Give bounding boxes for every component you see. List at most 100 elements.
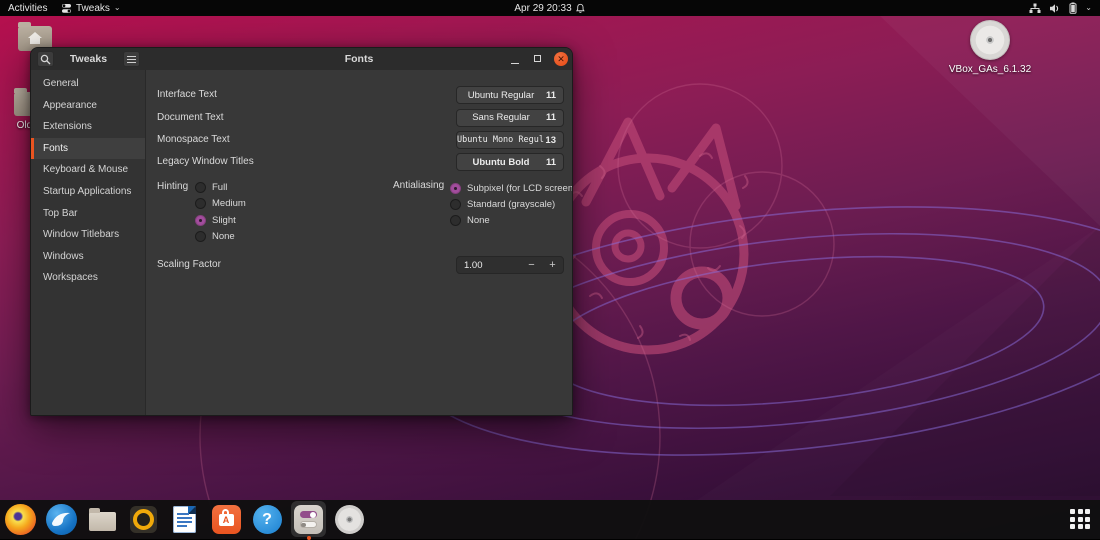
legacy-font-name: Ubuntu Bold	[472, 156, 530, 168]
interface-font-button[interactable]: Ubuntu Regular 11	[456, 86, 564, 104]
scaling-factor-spinbutton[interactable]: 1.00 − +	[456, 256, 564, 274]
legacy-titles-font-button[interactable]: Ubuntu Bold 11	[456, 153, 564, 171]
dock-item-help[interactable]: ?	[251, 503, 284, 536]
help-icon: ?	[252, 505, 282, 534]
hamburger-icon	[127, 55, 136, 63]
show-applications-button[interactable]	[1068, 507, 1092, 531]
dock-item-thunderbird[interactable]	[45, 503, 78, 536]
volume-icon	[1050, 3, 1059, 13]
activities-label: Activities	[8, 2, 48, 14]
hinting-slight-radio[interactable]: Slight	[195, 213, 236, 227]
tweaks-window: Tweaks Fonts ✕ General Appearance Extens…	[30, 47, 573, 416]
dock-item-files[interactable]	[86, 503, 119, 536]
maximize-icon	[534, 55, 541, 62]
sidebar-item-window-titlebars[interactable]: Window Titlebars	[31, 224, 145, 246]
notification-bell-icon	[576, 3, 585, 13]
dock-item-disc[interactable]	[333, 503, 366, 536]
primary-menu-button[interactable]	[123, 51, 140, 67]
decrement-button[interactable]: −	[521, 257, 542, 273]
hinting-full-radio[interactable]: Full	[195, 180, 227, 194]
interface-font-size: 11	[545, 89, 556, 101]
dock: A ?	[0, 500, 1100, 540]
scaling-factor-label: Scaling Factor	[157, 259, 221, 270]
vbox-disc-desktop-icon[interactable]: VBox_GAs_6.1.32	[945, 20, 1035, 75]
battery-icon	[1069, 2, 1077, 14]
activities-button[interactable]: Activities	[8, 0, 47, 16]
radio-selected-icon	[195, 214, 206, 226]
hinting-slight-label: Slight	[212, 214, 236, 226]
sidebar-item-workspaces[interactable]: Workspaces	[31, 267, 145, 289]
radio-icon	[195, 231, 206, 242]
document-font-button[interactable]: Sans Regular 11	[456, 108, 564, 127]
monospace-font-button[interactable]: Ubuntu Mono Regular 13	[456, 131, 564, 149]
dock-item-firefox[interactable]	[4, 503, 37, 536]
dock-item-rhythmbox[interactable]	[127, 503, 160, 536]
radio-selected-icon	[450, 182, 461, 194]
cd-disc-icon	[335, 505, 364, 534]
dock-item-libreoffice-writer[interactable]	[168, 503, 201, 536]
chevron-down-icon: ⌄	[113, 2, 121, 12]
sidebar-item-top-bar[interactable]: Top Bar	[31, 203, 145, 225]
antialiasing-subpixel-label: Subpixel (for LCD screens)	[467, 182, 573, 194]
scaling-factor-value: 1.00	[464, 259, 483, 271]
files-folder-icon	[88, 508, 116, 531]
legacy-window-titles-label: Legacy Window Titles	[157, 156, 254, 167]
app-menu-button[interactable]: Tweaks ⌄	[61, 0, 121, 16]
vbox-disc-label: VBox_GAs_6.1.32	[948, 64, 1032, 75]
dock-item-tweaks[interactable]	[292, 503, 325, 536]
antialiasing-label: Antialiasing	[393, 180, 445, 191]
sidebar-item-extensions[interactable]: Extensions	[31, 116, 145, 138]
radio-icon	[450, 214, 461, 226]
app-menu-label: Tweaks	[76, 2, 110, 14]
maximize-button[interactable]	[531, 48, 545, 70]
rhythmbox-icon	[129, 506, 157, 533]
antialiasing-standard-radio[interactable]: Standard (grayscale)	[450, 197, 555, 211]
sidebar-item-startup-applications[interactable]: Startup Applications	[31, 181, 145, 203]
sidebar-item-fonts[interactable]: Fonts	[31, 137, 145, 160]
minimize-icon	[511, 62, 519, 64]
radio-icon	[450, 198, 461, 210]
window-titlebar[interactable]: Tweaks Fonts ✕	[31, 48, 572, 71]
fonts-panel: Interface Text Ubuntu Regular 11 Documen…	[146, 70, 572, 415]
interface-font-name: Ubuntu Regular	[467, 89, 535, 101]
libreoffice-writer-icon	[173, 506, 196, 533]
cd-disc-icon	[970, 20, 1010, 60]
hinting-medium-label: Medium	[212, 198, 246, 209]
close-button[interactable]: ✕	[554, 52, 568, 66]
monospace-font-size: 13	[545, 134, 556, 146]
antialiasing-none-label: None	[467, 214, 490, 226]
clock-button[interactable]: Apr 29 20:33	[514, 0, 585, 16]
hinting-none-label: None	[212, 231, 235, 242]
monospace-text-label: Monospace Text	[157, 134, 230, 145]
increment-button[interactable]: +	[542, 257, 563, 273]
antialiasing-standard-label: Standard (grayscale)	[467, 198, 556, 210]
sidebar-item-general[interactable]: General	[31, 73, 145, 95]
clock-text: Apr 29 20:33	[514, 2, 572, 14]
dock-item-ubuntu-software[interactable]: A	[210, 503, 243, 536]
ubuntu-software-icon: A	[211, 505, 241, 534]
sidebar-item-windows[interactable]: Windows	[31, 246, 145, 268]
document-font-name: Sans Regular	[472, 112, 530, 123]
hinting-full-label: Full	[212, 181, 228, 193]
monospace-font-name: Ubuntu Mono Regular	[457, 135, 544, 145]
close-icon: ✕	[557, 53, 565, 64]
hinting-none-radio[interactable]: None	[195, 230, 235, 244]
legacy-font-size: 11	[545, 156, 556, 168]
document-text-label: Document Text	[157, 111, 224, 123]
house-glyph	[28, 32, 42, 44]
tweaks-mini-icon	[62, 3, 71, 13]
sidebar-item-appearance[interactable]: Appearance	[31, 95, 145, 117]
system-status-area[interactable]: ⌄	[1029, 0, 1092, 16]
chevron-down-icon: ⌄	[1085, 2, 1092, 12]
top-bar: Activities Tweaks ⌄ Apr 29 20:33 ⌄	[0, 0, 1100, 16]
antialiasing-subpixel-radio[interactable]: Subpixel (for LCD screens)	[450, 181, 573, 195]
sidebar-item-keyboard-mouse[interactable]: Keyboard & Mouse	[31, 159, 145, 181]
minimize-button[interactable]	[508, 48, 522, 70]
antialiasing-none-radio[interactable]: None	[450, 213, 490, 227]
thunderbird-icon	[45, 504, 77, 535]
radio-icon	[195, 181, 206, 193]
radio-icon	[195, 198, 206, 209]
hinting-medium-radio[interactable]: Medium	[195, 197, 246, 211]
sidebar: General Appearance Extensions Fonts Keyb…	[31, 70, 146, 415]
firefox-icon	[4, 504, 36, 535]
